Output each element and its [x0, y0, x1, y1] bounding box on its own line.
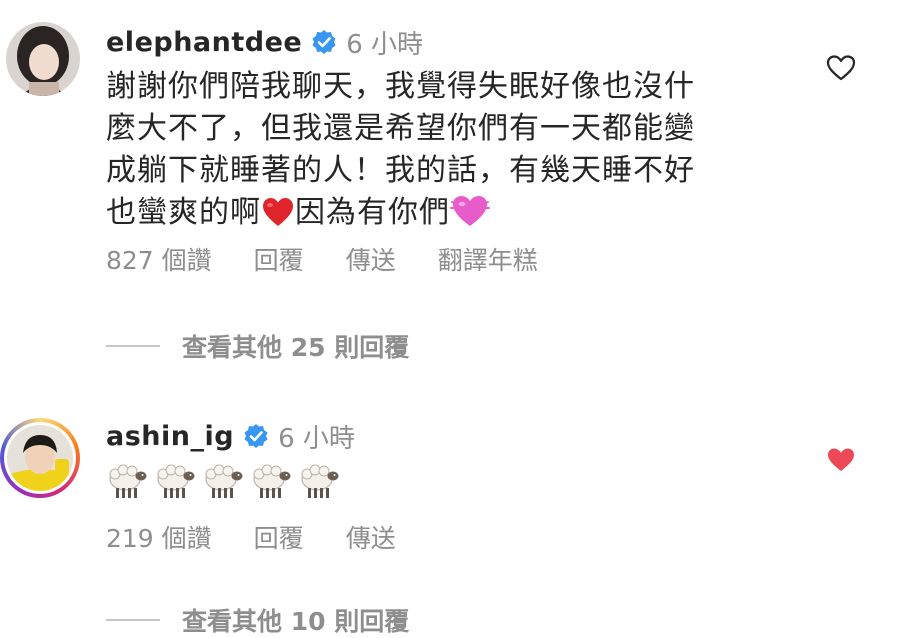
pink-heart-emoji — [450, 194, 490, 240]
view-replies-label[interactable]: 查看其他 25 則回覆 — [182, 328, 409, 364]
replies-divider — [106, 619, 160, 621]
comment-elephantdee: elephantdee 6 小時 謝謝你們陪我聊天，我覺得失眠好像也沒什 麼大不… — [0, 0, 908, 300]
comment-line: 謝謝你們陪我聊天，我覺得失眠好像也沒什 — [106, 69, 695, 104]
sheep-emoji-row — [106, 460, 340, 504]
comment-fragment: 也蠻爽的啊 — [106, 195, 261, 230]
send-button[interactable]: 傳送 — [346, 519, 396, 555]
sheep-emoji — [298, 460, 340, 504]
comment-text: 謝謝你們陪我聊天，我覺得失眠好像也沒什 麼大不了，但我還是希望你們有一天都能變 … — [106, 66, 695, 240]
comment-actions: 219 個讚 回覆 傳送 — [106, 520, 396, 554]
comment-fragment: 因為有你們 — [295, 195, 450, 230]
like-count[interactable]: 827 個讚 — [106, 241, 212, 277]
comment-line: 麼大不了，但我還是希望你們有一天都能變 — [106, 111, 695, 146]
view-replies-label[interactable]: 查看其他 10 則回覆 — [182, 602, 409, 638]
comment-time: 6 小時 — [346, 29, 424, 60]
comment-time: 6 小時 — [278, 423, 355, 454]
sheep-emoji — [106, 460, 148, 504]
sheep-emoji — [250, 460, 292, 504]
username[interactable]: elephantdee — [106, 27, 302, 58]
verified-badge-icon — [311, 29, 337, 55]
view-replies-button[interactable]: 查看其他 25 則回覆 — [106, 328, 409, 364]
red-heart-emoji — [261, 196, 295, 240]
heart-filled-icon[interactable] — [826, 446, 856, 474]
reply-button[interactable]: 回覆 — [254, 519, 304, 555]
username[interactable]: ashin_ig — [106, 421, 234, 452]
view-replies-button[interactable]: 查看其他 10 則回覆 — [106, 602, 409, 638]
avatar[interactable] — [6, 22, 80, 96]
sheep-emoji — [154, 460, 196, 504]
like-count[interactable]: 219 個讚 — [106, 519, 212, 555]
avatar-story-ring[interactable] — [0, 418, 80, 498]
reply-button[interactable]: 回覆 — [254, 241, 304, 277]
verified-badge-icon — [243, 423, 269, 449]
avatar — [7, 425, 73, 491]
send-button[interactable]: 傳送 — [346, 241, 396, 277]
sheep-emoji — [202, 460, 244, 504]
translate-button[interactable]: 翻譯年糕 — [438, 241, 538, 277]
comment-actions: 827 個讚 回覆 傳送 翻譯年糕 — [106, 242, 538, 276]
comment-ashin-ig: ashin_ig 6 小時 219 個讚 回覆 傳送 查看其他 10 則回覆 — [0, 400, 908, 636]
comment-line: 成躺下就睡著的人！我的話，有幾天睡不好 — [106, 153, 695, 188]
replies-divider — [106, 345, 160, 347]
heart-outline-icon[interactable] — [826, 54, 856, 82]
comment-line-last: 也蠻爽的啊 因為有你們 — [106, 192, 695, 240]
